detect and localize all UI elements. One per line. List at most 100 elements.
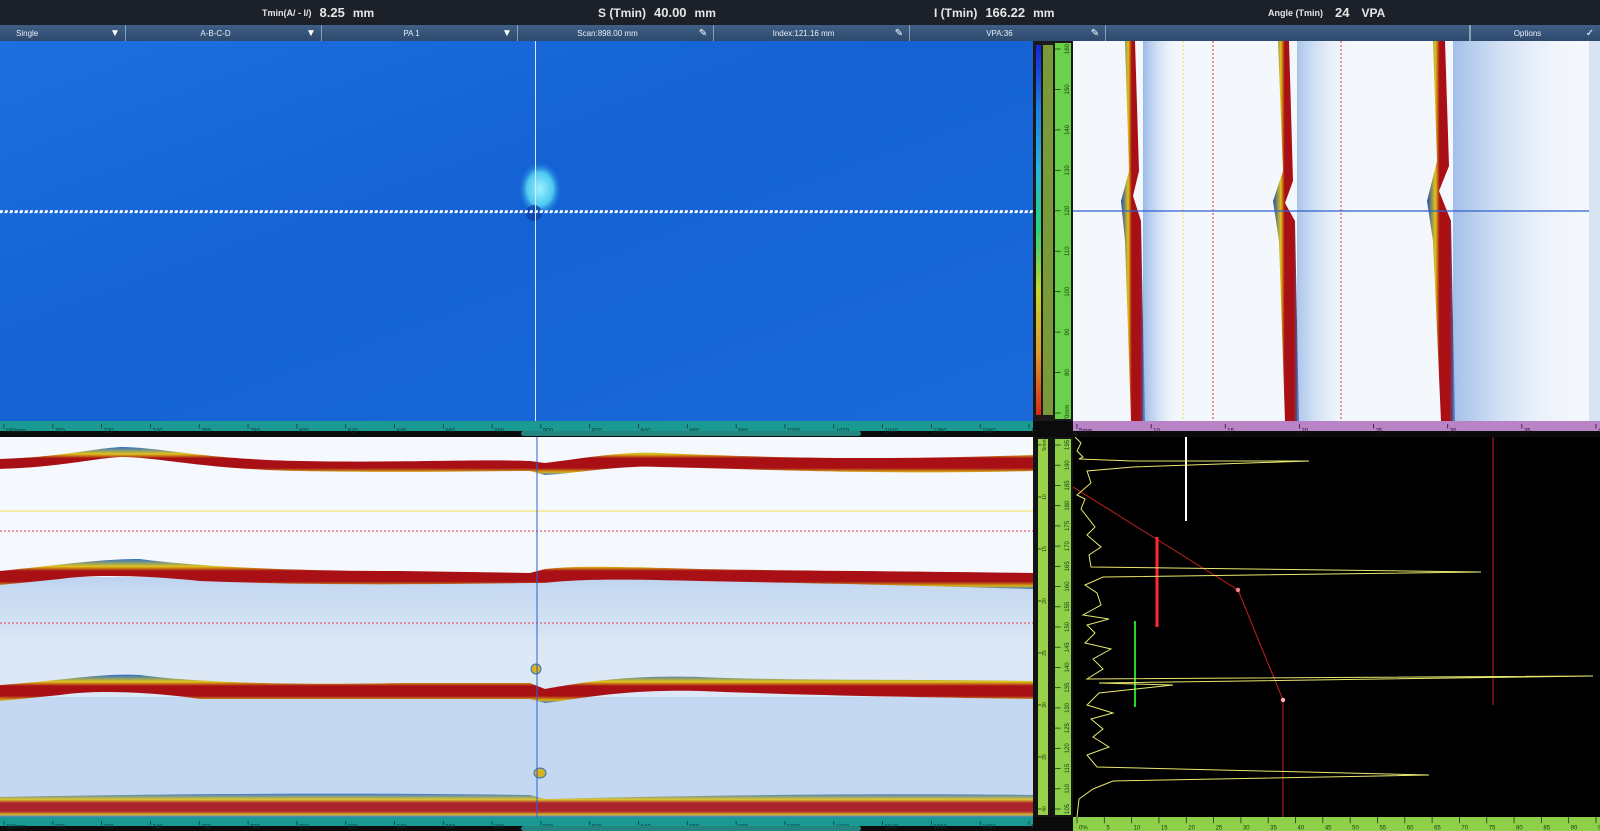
group-dropdown[interactable]: PA 1 ▼ xyxy=(322,25,518,41)
ruler-tick-label: 15 xyxy=(1042,546,1048,552)
pencil-icon[interactable]: ✎ xyxy=(697,27,709,39)
ruler-tick-label: 120 xyxy=(1065,205,1071,216)
scan-position-label: Scan:898.00 mm xyxy=(577,28,638,38)
ruler-tick-label: 30 xyxy=(1042,702,1048,708)
ruler-tick-label: 70 xyxy=(1461,826,1468,831)
ultrasonic-inspection-app: Tmin(A/ - I/) 8.25 mm S (Tmin) 40.00 mm … xyxy=(0,0,1600,831)
ruler-tick-label: 1100 xyxy=(1031,825,1033,831)
toolbar-spacer xyxy=(1106,25,1470,41)
a-scan-image xyxy=(1073,437,1594,817)
ruler-tick-label: 5mm xyxy=(1079,429,1092,435)
options-check-icon: ✓ xyxy=(1585,27,1595,39)
pencil-icon[interactable]: ✎ xyxy=(1089,27,1101,39)
ruler-tick-label: 20 xyxy=(1301,429,1308,435)
readout-i: I (Tmin) 166.22 mm xyxy=(934,0,1054,25)
b-scan-image xyxy=(0,437,1033,817)
pencil-icon[interactable]: ✎ xyxy=(893,27,905,39)
ruler-tick-label: 150 xyxy=(1065,621,1071,632)
ruler-tick-label: 30 xyxy=(1450,429,1457,435)
ruler-tick-label: 0% xyxy=(1079,826,1088,831)
a-scan-view[interactable] xyxy=(1073,437,1600,817)
ruler-tick-label: 80 xyxy=(1065,369,1071,376)
ruler-tick-label: 680mm xyxy=(6,429,26,435)
mode-label: Single xyxy=(16,28,39,38)
readout-tmin-value: 8.25 xyxy=(319,5,345,20)
ruler-tick-label: 155 xyxy=(1065,601,1071,612)
readout-angle-unit: VPA xyxy=(1361,5,1386,20)
mode-dropdown[interactable]: Single ▼ xyxy=(0,25,126,41)
ruler-tick-label: 820 xyxy=(348,825,359,831)
readout-angle-label: Angle (Tmin) xyxy=(1268,7,1323,18)
c-scan-scrollbar[interactable] xyxy=(521,431,861,436)
ruler-tick-label: 110 xyxy=(1065,246,1071,256)
vpa-label: VPA:36 xyxy=(986,28,1013,38)
ruler-tick-label: 25 xyxy=(1042,650,1048,656)
ruler-tick-label: 1080 xyxy=(982,825,996,831)
ruler-tick-label: 50 xyxy=(1352,826,1359,831)
ruler-tick-label: 65 xyxy=(1434,826,1441,831)
ruler-tick-label: 175 xyxy=(1065,520,1071,531)
ruler-tick-label: 740 xyxy=(152,429,163,435)
c-scan-view[interactable] xyxy=(0,41,1033,421)
ruler-tick-label: 860 xyxy=(445,429,456,435)
ruler-tick-label: 130 xyxy=(1065,165,1071,176)
ruler-tick-label: 100 xyxy=(1065,286,1071,297)
b-scan-view[interactable] xyxy=(0,437,1033,817)
ruler-tick-label: 680mm xyxy=(6,825,26,831)
ruler-tick-label: 105 xyxy=(1065,803,1071,814)
dropdown-arrow-icon: ▼ xyxy=(306,27,316,39)
readout-i-unit: mm xyxy=(1033,5,1055,20)
ruler-tick-label: 40 xyxy=(1042,806,1048,812)
scan-position-field[interactable]: Scan:898.00 mm ✎ xyxy=(518,25,714,41)
ruler-tick-label: 140 xyxy=(1065,124,1071,135)
ruler-tick-label: 30 xyxy=(1243,826,1250,831)
ruler-tick-label: 840 xyxy=(396,825,407,831)
readout-i-label: I (Tmin) xyxy=(934,5,978,20)
ruler-tick-label: 115 xyxy=(1065,763,1071,773)
ruler-tick-label: 150 xyxy=(1065,84,1071,95)
scan-cursor-line[interactable] xyxy=(535,41,536,421)
ruler-tick-label: 45 xyxy=(1325,826,1332,831)
options-button[interactable]: Options ✓ xyxy=(1470,25,1600,41)
group-label: PA 1 xyxy=(403,28,420,38)
ruler-tick-label: 700 xyxy=(55,825,66,831)
index-position-field[interactable]: Index:121.16 mm ✎ xyxy=(714,25,910,41)
ruler-tick-label: 135 xyxy=(1065,682,1071,693)
readout-i-value: 166.22 xyxy=(985,5,1026,20)
ruler-tick-label: 10 xyxy=(1042,494,1048,500)
ruler-tick-label: 1100 xyxy=(1031,429,1033,435)
readout-tmin: Tmin(A/ - I/) 8.25 mm xyxy=(262,0,374,25)
ruler-tick-label: 35 xyxy=(1524,429,1531,435)
sector-view-image xyxy=(1073,41,1600,421)
b-scan-scrollbar[interactable] xyxy=(521,826,861,831)
ruler-tick-label: 25 xyxy=(1216,826,1223,831)
c-scan-side-ruler: 160 150 140 130 120 110 100 90 80 70mm xyxy=(1033,41,1073,421)
ruler-tick-label: 180 xyxy=(1065,500,1071,511)
b-scan-depth-ruler: 195 190 185 180 175 170 165 160 155 150 145 140 135 1… xyxy=(1055,439,1071,815)
ruler-tick-label: 880 xyxy=(494,825,505,831)
vpa-field[interactable]: VPA:36 ✎ xyxy=(910,25,1106,41)
ruler-tick-label: 165 xyxy=(1065,561,1071,572)
readout-s-unit: mm xyxy=(694,5,716,20)
ruler-tick-label: 840 xyxy=(396,429,407,435)
ruler-tick-label: 800 xyxy=(299,825,310,831)
sector-view[interactable] xyxy=(1073,41,1600,421)
index-position-label: Index:121.16 mm xyxy=(772,28,835,38)
ruler-tick-label: 780 xyxy=(250,825,261,831)
readout-s: S (Tmin) 40.00 mm xyxy=(598,0,716,25)
ruler-tick-label: 60 xyxy=(1407,826,1414,831)
ruler-tick-label: 10 xyxy=(1134,826,1141,831)
ruler-tick-label: 160 xyxy=(1065,581,1071,592)
readout-angle-value: 24 xyxy=(1335,5,1350,20)
ruler-tick-label: 1060 xyxy=(933,825,947,831)
readout-tmin-unit: mm xyxy=(352,5,375,20)
readout-s-value: 40.00 xyxy=(654,5,687,20)
ruler-tick-label: 880 xyxy=(494,429,505,435)
ruler-tick-label: 130 xyxy=(1065,702,1071,713)
ruler-tick-label: 760 xyxy=(201,825,212,831)
ruler-tick-label: 1060 xyxy=(933,429,947,435)
ruler-tick-label: 125 xyxy=(1065,722,1071,733)
layout-dropdown[interactable]: A-B-C-D ▼ xyxy=(126,25,322,41)
ruler-tick-label: 15 xyxy=(1161,826,1168,831)
c-scan-image xyxy=(0,41,1033,421)
